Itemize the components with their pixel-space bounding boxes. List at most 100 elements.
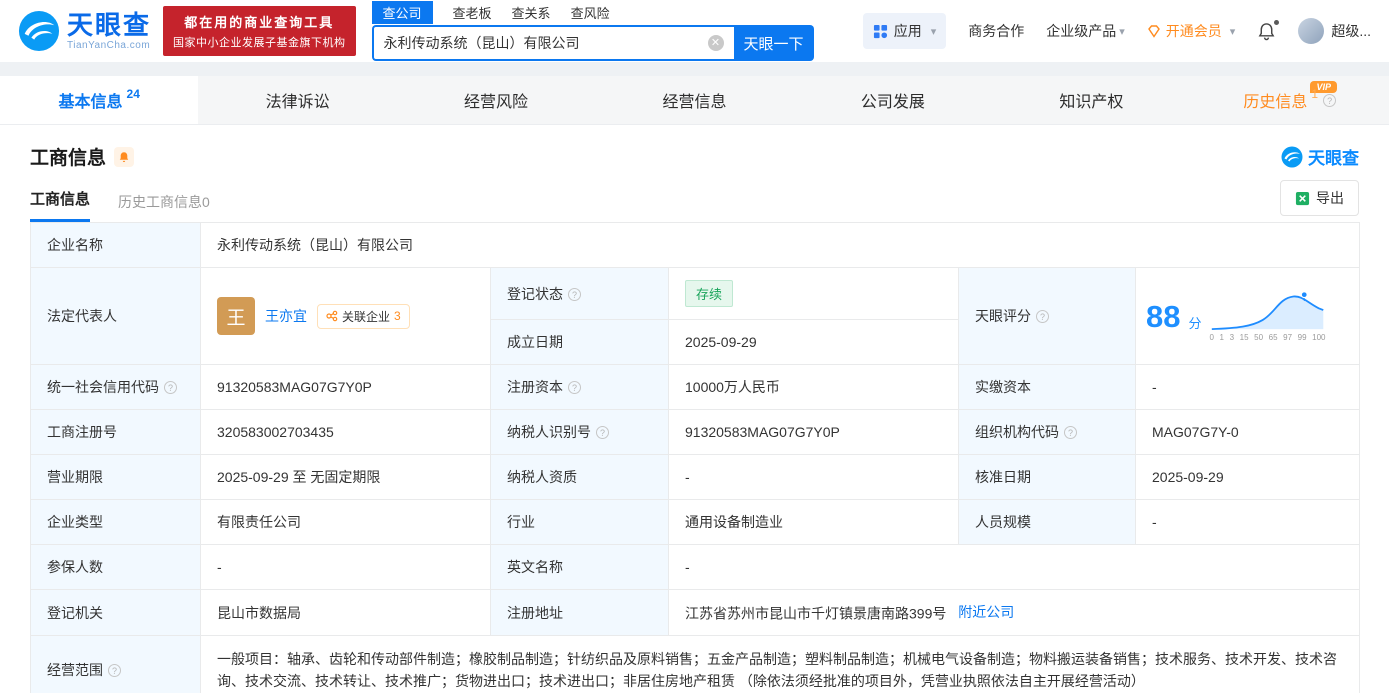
field-legal-rep-label: 法定代表人 — [30, 267, 201, 365]
field-business-term-label: 营业期限 — [30, 454, 201, 500]
promo-banner[interactable]: 都在用的商业查询工具 国家中小企业发展子基金旗下机构 — [163, 6, 356, 56]
legal-rep-avatar[interactable]: 王 — [217, 297, 255, 335]
tab-operating-info[interactable]: 经营信息 — [595, 76, 793, 124]
tab-count: 1 — [1311, 87, 1319, 101]
nearby-companies-link[interactable]: 附近公司 — [958, 604, 1014, 620]
help-icon[interactable] — [1323, 93, 1337, 107]
related-companies-badge[interactable]: 关联企业 3 — [317, 303, 410, 329]
help-icon[interactable] — [1064, 426, 1077, 439]
score-number: 88 — [1146, 298, 1181, 334]
site-logo[interactable]: 天眼查 TianYanCha.com — [18, 10, 151, 52]
field-credit-code-label: 统一社会信用代码 — [30, 364, 201, 410]
field-taxpayer-quality-value: - — [668, 454, 959, 500]
tab-history-info[interactable]: VIP 历史信息 1 — [1191, 76, 1389, 124]
field-english-name-label: 英文名称 — [490, 544, 669, 590]
status-badge: 存续 — [685, 280, 734, 307]
excel-export-icon — [1295, 191, 1310, 205]
search-box: ✕ — [371, 25, 734, 61]
table-row: 企业类型 有限责任公司 行业 通用设备制造业 人员规模 - — [30, 499, 1361, 545]
table-row: 企业名称 永利传动系统（昆山）有限公司 — [30, 222, 1361, 268]
field-insured-value: - — [200, 544, 491, 590]
watermark-text: 天眼查 — [1308, 149, 1359, 168]
table-row: 统一社会信用代码 91320583MAG07G7Y0P 注册资本 10000万人… — [30, 364, 1361, 410]
subtab-history-business-info[interactable]: 历史工商信息0 — [118, 192, 210, 222]
logo-cn: 天眼查 — [67, 9, 152, 40]
bell-icon — [119, 151, 129, 162]
nav-open-vip[interactable]: 开通会员 — [1147, 21, 1236, 41]
related-companies-label: 关联企业 — [342, 309, 391, 324]
help-icon[interactable] — [1036, 310, 1049, 323]
notification-dot — [1274, 19, 1280, 25]
field-score-value[interactable]: 88 分 0 1 3 15 50 65 97 99 100 — [1134, 267, 1361, 365]
apps-menu[interactable]: 应用 — [862, 13, 947, 49]
help-icon[interactable] — [568, 381, 581, 394]
subtab-business-info[interactable]: 工商信息 — [30, 188, 91, 222]
header-nav: 应用 商务合作 企业级产品 开通会员 超级... — [862, 13, 1371, 49]
search-row: ✕ 天眼一下 — [371, 25, 814, 61]
field-reg-authority-label: 登记机关 — [30, 588, 201, 637]
address-text: 江苏省苏州市昆山市千灯镇景唐南路399号 — [685, 605, 947, 622]
field-paid-capital-value: - — [1134, 364, 1361, 410]
tab-basic-info[interactable]: 基本信息 24 — [0, 76, 199, 124]
nav-enterprise-products[interactable]: 企业级产品 — [1046, 21, 1125, 41]
field-approval-date-value: 2025-09-29 — [1134, 454, 1361, 500]
score-curve — [1211, 291, 1324, 331]
subtab-row: 工商信息 历史工商信息0 导出 — [30, 180, 1359, 222]
field-english-name-value: - — [667, 544, 1361, 590]
bell-icon — [1258, 22, 1275, 40]
field-reg-number-value: 320583002703435 — [200, 409, 491, 455]
help-icon[interactable] — [596, 426, 609, 439]
field-org-code-value: MAG07G7Y-0 — [1134, 409, 1361, 455]
field-approval-date-label: 核准日期 — [958, 454, 1136, 500]
section-head: 工商信息 天眼查 — [30, 143, 1359, 170]
field-reg-capital-label: 注册资本 — [490, 364, 669, 410]
legal-rep-name-link[interactable]: 王亦宜 — [265, 306, 307, 326]
tab-company-development[interactable]: 公司发展 — [794, 76, 992, 124]
field-staff-size-label: 人员规模 — [958, 499, 1136, 545]
tab-label: 法律诉讼 — [265, 94, 330, 111]
help-icon[interactable] — [568, 287, 581, 301]
subscribe-bell-icon[interactable] — [114, 146, 135, 167]
field-establish-date-value: 2025-09-29 — [668, 319, 959, 365]
field-insured-label: 参保人数 — [30, 544, 201, 590]
notification-bell-icon[interactable] — [1257, 19, 1280, 41]
related-companies-count: 3 — [394, 309, 401, 323]
nav-business-coop[interactable]: 商务合作 — [968, 21, 1024, 41]
tab-count: 24 — [126, 87, 140, 101]
field-legal-rep-value: 王 王亦宜 关联企业 3 — [200, 267, 491, 365]
score-unit: 分 — [1188, 315, 1202, 331]
field-credit-code-value: 91320583MAG07G7Y0P — [200, 364, 491, 410]
search-tab-boss[interactable]: 查老板 — [453, 1, 492, 24]
help-icon[interactable] — [108, 664, 121, 678]
user-menu[interactable]: 超级... — [1298, 18, 1371, 44]
score-distribution-chart: 0 1 3 15 50 65 97 99 100 — [1210, 290, 1326, 342]
search-tab-risk[interactable]: 查风险 — [571, 1, 610, 24]
field-paid-capital-label: 实缴资本 — [958, 364, 1136, 410]
table-row: 登记机关 昆山市数据局 注册地址 江苏省苏州市昆山市千灯镇景唐南路399号 附近… — [30, 588, 1361, 637]
table-row: 参保人数 - 英文名称 - — [30, 544, 1361, 590]
tianyancha-logo-icon — [18, 10, 60, 52]
user-avatar — [1298, 18, 1325, 44]
field-company-type-value: 有限责任公司 — [200, 499, 491, 545]
watermark-logo: 天眼查 — [1281, 144, 1359, 169]
clear-icon[interactable]: ✕ — [707, 35, 724, 51]
grid-icon — [873, 24, 887, 38]
search-input[interactable] — [383, 35, 708, 51]
main-tabs: 基本信息 24 法律诉讼 经营风险 经营信息 公司发展 知识产权 VIP 历史信… — [0, 76, 1389, 125]
field-business-scope-label: 经营范围 — [30, 635, 201, 693]
field-score-label: 天眼评分 — [958, 267, 1136, 365]
search-tab-company[interactable]: 查公司 — [371, 0, 433, 24]
tab-label: 知识产权 — [1059, 94, 1124, 111]
search-tab-relation[interactable]: 查关系 — [512, 1, 551, 24]
search-button[interactable]: 天眼一下 — [733, 25, 814, 61]
export-button[interactable]: 导出 — [1280, 180, 1359, 216]
field-taxpayer-id-value: 91320583MAG07G7Y0P — [668, 409, 959, 455]
tab-intellectual-property[interactable]: 知识产权 — [992, 76, 1190, 124]
help-icon[interactable] — [164, 381, 177, 394]
tab-label: 历史信息 — [1243, 94, 1308, 111]
tab-operating-risk[interactable]: 经营风险 — [397, 76, 595, 124]
search-block: 查公司 查老板 查关系 查风险 ✕ 天眼一下 — [371, 0, 814, 61]
search-tabs: 查公司 查老板 查关系 查风险 — [371, 0, 814, 24]
tab-legal-litigation[interactable]: 法律诉讼 — [198, 76, 396, 124]
logo-text: 天眼查 TianYanCha.com — [67, 12, 151, 51]
